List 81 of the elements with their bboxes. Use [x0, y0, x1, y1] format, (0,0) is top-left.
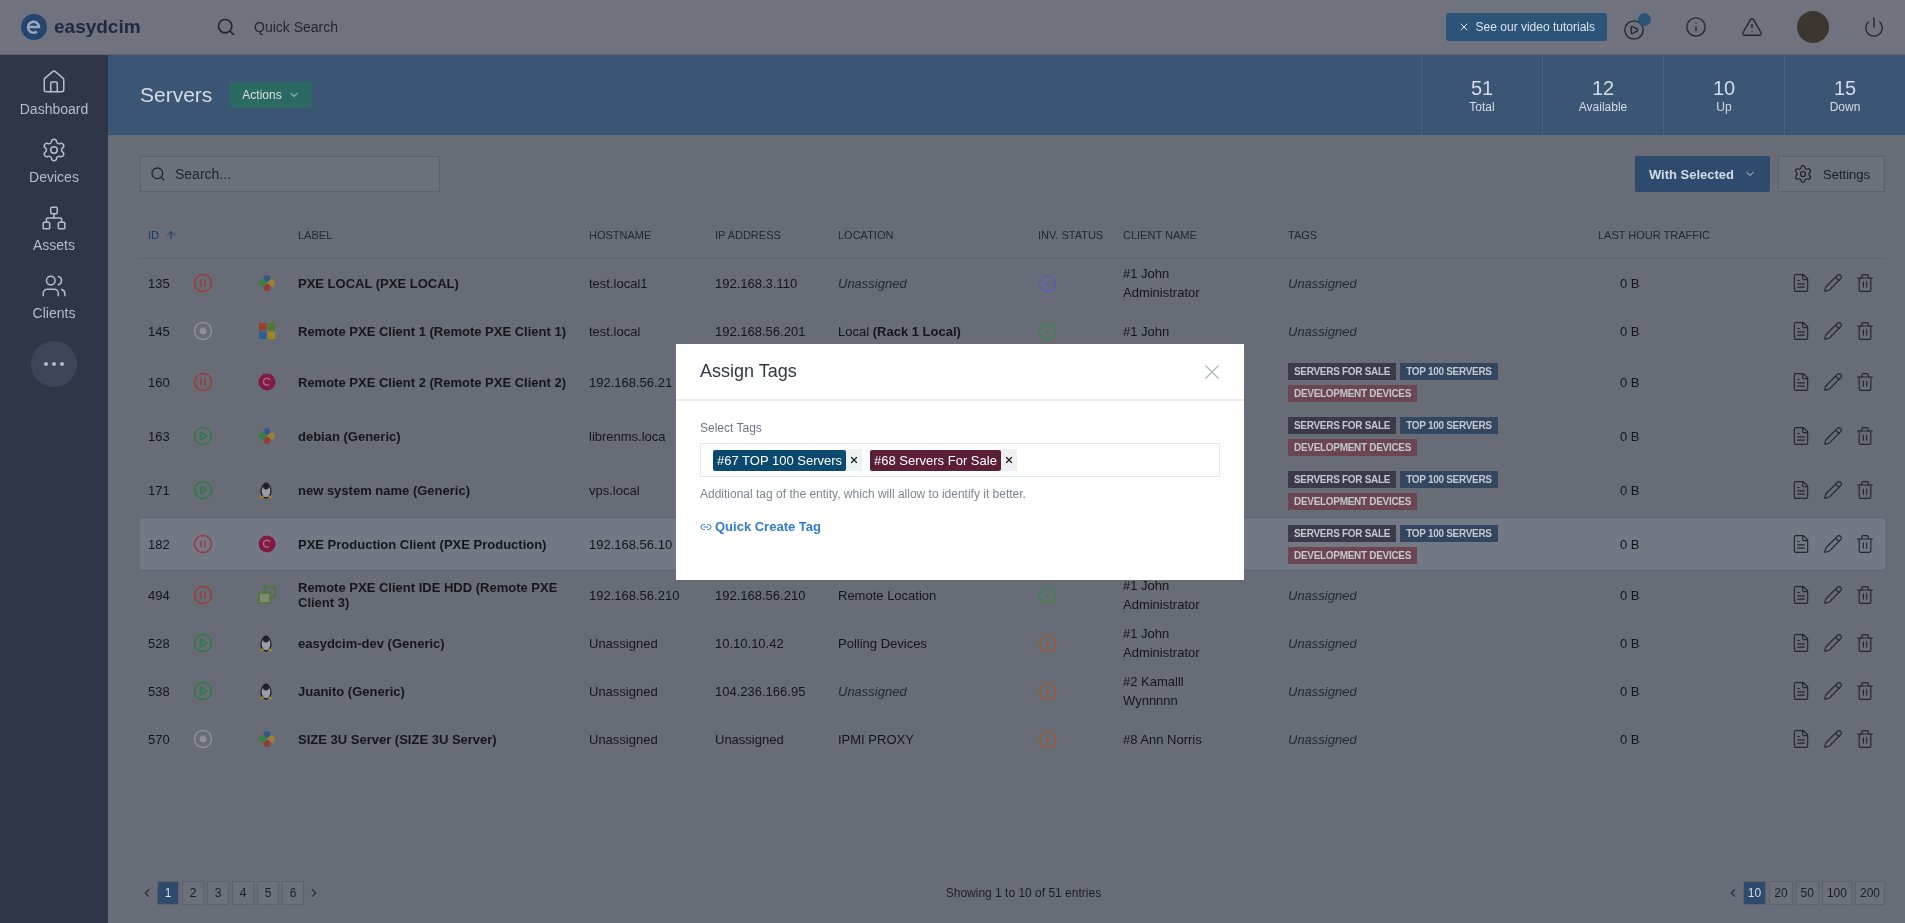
hostname-cell-text: 192.168.56.10 — [588, 536, 674, 552]
hostname-cell-text: test.local1 — [588, 275, 649, 291]
hostname-cell-text: 192.168.56.21 — [588, 374, 674, 390]
tag-badge: TOP 100 SERVERS — [1400, 470, 1498, 488]
tag-badge: DEVELOPMENT DEVICES — [1288, 492, 1418, 510]
entries-info: Showing 1 to 10 of 51 entries — [945, 886, 1102, 900]
ip-cell-text: 104.236.166.95 — [714, 683, 807, 699]
location-cell-text: Local (Rack 1 Local) — [837, 323, 962, 339]
tags-cell-text: Unassigned — [1287, 323, 1358, 339]
traffic-cell-text: 0 B — [1619, 482, 1641, 498]
stat-label: Total — [1469, 99, 1495, 114]
ip-cell-text: 10.10.10.42 — [714, 635, 785, 651]
ip-cell-text: 192.168.56.201 — [714, 323, 807, 339]
dialog-title: Assign Tags — [700, 361, 797, 382]
field-label: Select Tags — [700, 421, 763, 435]
tag-badge: DEVELOPMENT DEVICES — [1288, 438, 1418, 456]
ip-cell-text: Unassigned — [714, 731, 785, 747]
hostname-cell-text: librenms.loca — [588, 428, 667, 444]
traffic-cell-text: 0 B — [1619, 374, 1641, 390]
tags-cell-text: Unassigned — [1287, 587, 1358, 603]
id-cell-text: 538 — [147, 683, 171, 699]
location-cell-text: IPMI PROXY — [837, 731, 915, 747]
id-cell-text: 145 — [147, 323, 171, 339]
id-cell-text: 171 — [147, 482, 171, 498]
client-cell-text: #2 Kamalll Wynnnnn — [1122, 673, 1185, 710]
traffic-cell-text: 0 B — [1619, 683, 1641, 699]
hostname-cell-text: Unassigned — [588, 731, 659, 747]
stat-value: 10 — [1712, 76, 1736, 100]
location-cell-text: Unassigned — [837, 275, 908, 291]
id-cell-text: 570 — [147, 731, 171, 747]
id-cell-text: 494 — [147, 587, 171, 603]
tags-cell-text: Unassigned — [1287, 683, 1358, 699]
traffic-cell-text: 0 B — [1619, 275, 1641, 291]
stat-label: Down — [1829, 99, 1861, 114]
traffic-cell-text: 0 B — [1619, 323, 1641, 339]
id-cell-text: 160 — [147, 374, 171, 390]
tag-badge: SERVERS FOR SALE — [1288, 362, 1397, 380]
id-cell-text: 163 — [147, 428, 171, 444]
stat-label: Available — [1578, 99, 1628, 114]
ip-cell-text: 192.168.3.110 — [714, 275, 799, 291]
stat-label: Up — [1716, 99, 1732, 114]
tag-badge: DEVELOPMENT DEVICES — [1288, 546, 1418, 564]
tag-badge: TOP 100 SERVERS — [1400, 416, 1498, 434]
client-cell-text: #8 Ann Norris — [1122, 730, 1203, 749]
hostname-cell-text: test.local — [588, 323, 642, 339]
client-cell-text: #1 John Administrator — [1122, 625, 1201, 662]
client-cell-text: #1 John — [1122, 322, 1171, 341]
id-cell-text: 528 — [147, 635, 171, 651]
traffic-cell-text: 0 B — [1619, 731, 1641, 747]
page-title: Servers — [140, 83, 213, 107]
help-text: Additional tag of the entity, which will allow to identify it better. — [700, 487, 1027, 501]
client-cell-text: #1 John Administrator — [1122, 577, 1201, 614]
traffic-cell-text: 0 B — [1619, 587, 1641, 603]
tag-badge: TOP 100 SERVERS — [1400, 524, 1498, 542]
traffic-cell-text: 0 B — [1619, 635, 1641, 651]
stat-value: 15 — [1833, 76, 1857, 100]
id-cell-text: 182 — [147, 536, 171, 552]
tag-badge: SERVERS FOR SALE — [1288, 470, 1397, 488]
tag-badge: TOP 100 SERVERS — [1400, 362, 1498, 380]
traffic-cell-text: 0 B — [1619, 428, 1641, 444]
selected-tag: #67 TOP 100 Servers — [713, 449, 847, 471]
client-cell-text: #1 John Administrator — [1122, 265, 1201, 302]
location-cell-text: Unassigned — [837, 683, 908, 699]
location-cell-text: Polling Devices — [837, 635, 928, 651]
tags-cell-text: Unassigned — [1287, 731, 1358, 747]
tags-cell-text: Unassigned — [1287, 275, 1358, 291]
tag-badge: DEVELOPMENT DEVICES — [1288, 384, 1418, 402]
hostname-cell-text: Unassigned — [588, 635, 659, 651]
tag-badge: SERVERS FOR SALE — [1288, 524, 1397, 542]
tags-cell-text: Unassigned — [1287, 635, 1358, 651]
traffic-cell-text: 0 B — [1619, 536, 1641, 552]
logo-text: easydcim — [54, 16, 141, 38]
tag-badge: SERVERS FOR SALE — [1288, 416, 1397, 434]
selected-tag: #68 Servers For Sale — [870, 449, 1001, 471]
ip-cell-text: 192.168.56.210 — [714, 587, 807, 603]
stat-value: 51 — [1470, 76, 1494, 100]
location-cell-text: Remote Location — [837, 587, 938, 603]
hostname-cell-text: 192.168.56.210 — [588, 587, 681, 603]
hostname-cell-text: Unassigned — [588, 683, 659, 699]
stat-value: 12 — [1591, 76, 1615, 100]
id-cell-text: 135 — [147, 275, 171, 291]
